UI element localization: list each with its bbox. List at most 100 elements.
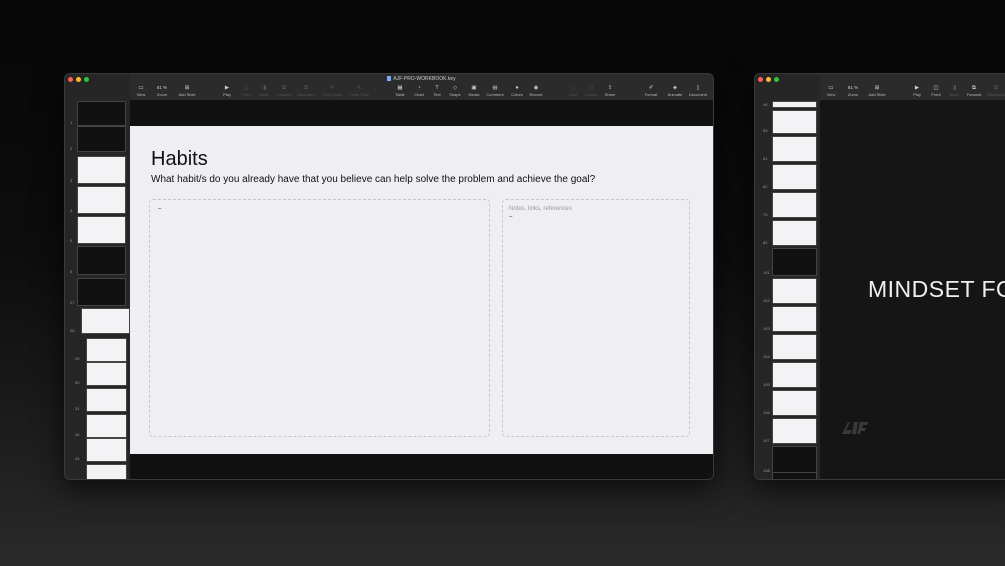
slide-subtitle[interactable]: What habit/s do you already have that yo…	[151, 174, 595, 185]
keynote-document-icon	[387, 76, 392, 82]
slide-thumbnail[interactable]	[772, 306, 817, 332]
slide-thumbnail[interactable]	[772, 110, 817, 134]
slide-number: 33	[75, 456, 80, 461]
toolbar-copy-style-button[interactable]: ✎ Copy Style	[321, 85, 343, 97]
slide-thumbnail[interactable]	[86, 464, 127, 479]
toolbar-add-slide-button[interactable]: ⊞ Add Slide	[866, 85, 888, 97]
current-slide[interactable]: Habits What habit/s do you already have …	[130, 126, 713, 454]
slide-thumbnail[interactable]	[772, 362, 817, 388]
toolbar-comment-button[interactable]: ▤ Comment	[484, 85, 506, 97]
slide-thumbnail[interactable]	[772, 164, 817, 190]
slide-title[interactable]: Habits	[151, 148, 208, 171]
slide-number: 73	[763, 212, 768, 217]
toolbar-backward-button[interactable]: ⧉ Backward	[985, 85, 1005, 97]
document-icon: ▯	[696, 85, 700, 91]
slide-thumbnail[interactable]	[77, 216, 126, 244]
minimize-button[interactable]	[76, 77, 81, 82]
toolbar-label: Lock	[568, 92, 578, 97]
slide-thumbnail[interactable]	[81, 308, 130, 334]
slide-thumbnail[interactable]	[86, 438, 127, 462]
toolbar-label: Colors	[511, 92, 523, 97]
slide-thumbnail[interactable]	[86, 388, 127, 412]
close-button[interactable]	[758, 77, 763, 82]
toolbar-backward-button[interactable]: ⧉ Backward	[295, 85, 317, 97]
record-icon: ◉	[533, 85, 539, 91]
toolbar-view-button[interactable]: ▭ View	[820, 85, 842, 97]
toolbar-forward-button[interactable]: ⧉ Forward	[273, 85, 295, 97]
toolbar-label: Animate	[667, 92, 683, 97]
slide-thumbnail[interactable]	[772, 472, 817, 479]
slide-number: 32	[75, 432, 80, 437]
slide-thumbnail[interactable]	[772, 446, 817, 474]
toolbar-label: Forward	[276, 92, 292, 97]
slide-thumbnail[interactable]	[772, 390, 817, 416]
answer-text-box[interactable]: –	[149, 199, 490, 437]
toolbar-zoom-button[interactable]: 81 % Zoom	[151, 85, 173, 97]
slide-thumbnail[interactable]	[77, 246, 126, 275]
toolbar-label: Forward	[966, 92, 982, 97]
notes-text-box[interactable]: Notes, links, references –	[502, 199, 690, 437]
notes-text: –	[509, 214, 513, 220]
toolbar-label: Document	[688, 92, 708, 97]
slide-thumbnail[interactable]	[772, 418, 817, 444]
toolbar-paste-style-button[interactable]: ✎ Paste Style	[348, 85, 370, 97]
toolbar-forward-button[interactable]: ⧉ Forward	[963, 85, 985, 97]
toolbar-media-button[interactable]: ▣ Media	[463, 85, 485, 97]
slide-thumbnail[interactable]	[77, 278, 126, 306]
close-button[interactable]	[68, 77, 73, 82]
toolbar-label: Zoom	[156, 92, 168, 97]
add-slide-icon: ⊞	[874, 85, 880, 91]
slide-number: 101	[763, 270, 770, 275]
fullscreen-button[interactable]	[774, 77, 779, 82]
zoom-icon: 81 %	[156, 85, 168, 90]
slide-thumbnail[interactable]	[772, 101, 817, 108]
toolbar-back-button[interactable]: ◨ Back	[943, 85, 965, 97]
slide-number: 107	[763, 438, 770, 443]
slide-thumbnail[interactable]	[86, 414, 127, 438]
slide-thumbnail[interactable]	[77, 186, 126, 214]
minimize-button[interactable]	[766, 77, 771, 82]
slide-thumbnail[interactable]	[77, 101, 126, 126]
toolbar-label: Add Slide	[868, 92, 886, 97]
slide-thumbnail[interactable]	[86, 338, 127, 362]
slide-thumbnail[interactable]	[772, 136, 817, 162]
slide-thumbnail[interactable]	[772, 220, 817, 246]
toolbar-document-button[interactable]: ▯ Document	[687, 85, 709, 97]
toolbar-back-button[interactable]: ◨ Back	[253, 85, 275, 97]
slide-number: 138	[763, 468, 770, 473]
slide-number: 30	[75, 380, 80, 385]
brand-logo	[840, 420, 870, 439]
slide-number: 28	[70, 328, 75, 333]
slide-number: 5	[70, 238, 73, 243]
toolbar-label: Shape	[449, 92, 461, 97]
toolbar-animate-button[interactable]: ◈ Animate	[664, 85, 686, 97]
toolbar-label: Play	[913, 92, 921, 97]
window-controls	[68, 77, 89, 82]
share-icon: ⇪	[607, 85, 613, 91]
paste-style-icon: ✎	[356, 85, 362, 91]
slide-thumbnail[interactable]	[772, 192, 817, 218]
toolbar-add-slide-button[interactable]: ⊞ Add Slide	[176, 85, 198, 97]
slide-thumbnail[interactable]	[772, 278, 817, 304]
toolbar-zoom-button[interactable]: 81 % Zoom	[842, 85, 864, 97]
slide-number: 46	[763, 102, 768, 107]
toolbar-view-button[interactable]: ▭ View	[130, 85, 152, 97]
slide-navigator[interactable]: 1234562728293031323334	[65, 74, 131, 479]
slide-thumbnail[interactable]	[77, 126, 126, 152]
slide-navigator-secondary[interactable]: 465361627382101102103104105106107138164	[755, 74, 821, 479]
toolbar-share-button[interactable]: ⇪ Share	[599, 85, 621, 97]
slide-thumbnail[interactable]	[772, 334, 817, 360]
slide-thumbnail[interactable]	[772, 248, 817, 276]
slide-heading[interactable]: MINDSET FO	[868, 276, 1005, 303]
slide-number: 2	[70, 146, 73, 151]
slide-number: 27	[70, 300, 75, 305]
view-icon: ▭	[828, 85, 834, 91]
slide-number: 104	[763, 354, 770, 359]
toolbar-label: Record	[529, 92, 543, 97]
slide-thumbnail[interactable]	[86, 362, 127, 386]
media-icon: ▣	[471, 85, 477, 91]
fullscreen-button[interactable]	[84, 77, 89, 82]
slide-thumbnail[interactable]	[77, 156, 126, 184]
toolbar-format-button[interactable]: ✐ Format	[640, 85, 662, 97]
toolbar-record-button[interactable]: ◉ Record	[525, 85, 547, 97]
